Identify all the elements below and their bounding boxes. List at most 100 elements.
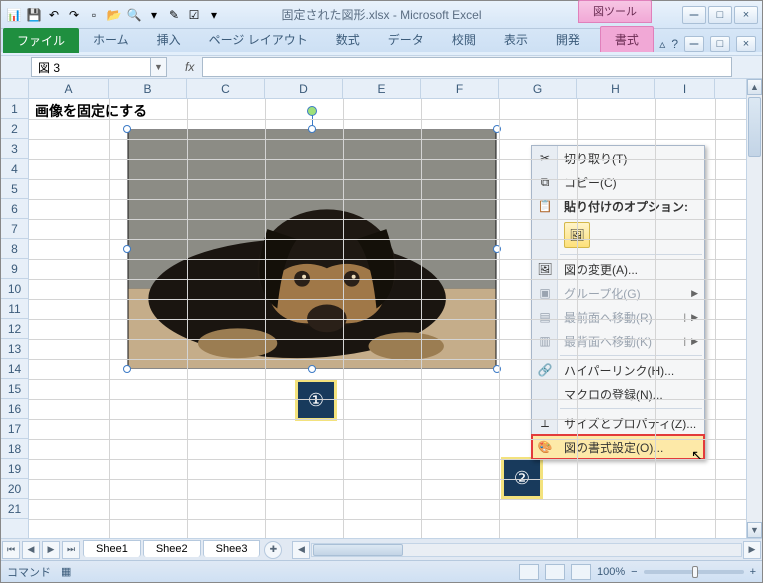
help-icon[interactable]: ? [671,37,678,51]
menu-size-properties[interactable]: ⟂ サイズとプロパティ(Z)... [532,411,704,435]
wb-restore-button[interactable]: □ [710,36,730,52]
row-header-6[interactable]: 6 [1,199,28,219]
tab-review[interactable]: 校閲 [438,27,490,52]
zoom-in-button[interactable]: + [750,566,756,578]
save-icon[interactable]: 💾 [25,6,43,24]
scroll-right-button[interactable]: ▶ [743,541,761,559]
row-header-13[interactable]: 13 [1,339,28,359]
row-header-7[interactable]: 7 [1,219,28,239]
print-preview-icon[interactable]: 🔍 [125,6,143,24]
fx-icon[interactable]: fx [185,60,194,74]
row-header-20[interactable]: 20 [1,479,28,499]
resize-handle-nw[interactable] [123,125,131,133]
tab-data[interactable]: データ [374,27,438,52]
close-button[interactable]: × [734,6,758,24]
name-box-dropdown[interactable]: ▼ [151,57,167,77]
row-header-2[interactable]: 2 [1,119,28,139]
qat-customize-icon[interactable]: ▾ [205,6,223,24]
tool-icon[interactable]: ✎ [165,6,183,24]
view-pagebreak-button[interactable] [571,564,591,580]
row-header-11[interactable]: 11 [1,299,28,319]
row-header-17[interactable]: 17 [1,419,28,439]
tab-home[interactable]: ホーム [79,27,143,52]
col-header-I[interactable]: I [655,79,715,98]
menu-cut[interactable]: ✂ 切り取り(T) [532,146,704,170]
tool2-icon[interactable]: ☑ [185,6,203,24]
col-header-F[interactable]: F [421,79,499,98]
resize-handle-w[interactable] [123,245,131,253]
rotation-handle[interactable] [307,106,317,116]
tab-nav-prev[interactable]: ◀ [22,541,40,559]
new-icon[interactable]: ▫ [85,6,103,24]
resize-handle-s[interactable] [308,365,316,373]
scroll-down-button[interactable]: ▼ [747,522,762,538]
sheet-tab-3[interactable]: Shee3 [203,540,261,557]
minimize-button[interactable]: ー [682,6,706,24]
vertical-scrollbar[interactable]: ▲ ▼ [746,79,762,538]
more-icon[interactable]: ▾ [145,6,163,24]
tab-nav-first[interactable]: ⏮ [2,541,20,559]
row-header-3[interactable]: 3 [1,139,28,159]
tab-insert[interactable]: 挿入 [143,27,195,52]
redo-icon[interactable]: ↷ [65,6,83,24]
maximize-button[interactable]: □ [708,6,732,24]
hscroll-thumb[interactable] [313,544,403,556]
row-header-5[interactable]: 5 [1,179,28,199]
tab-developer[interactable]: 開発 [542,27,594,52]
cell-grid[interactable]: 画像を固定にする [29,99,746,538]
open-icon[interactable]: 📂 [105,6,123,24]
sheet-tab-2[interactable]: Shee2 [143,540,201,557]
row-header-8[interactable]: 8 [1,239,28,259]
wb-close-button[interactable]: × [736,36,756,52]
row-header-15[interactable]: 15 [1,379,28,399]
zoom-level[interactable]: 100% [597,566,625,578]
col-header-A[interactable]: A [29,79,109,98]
row-header-10[interactable]: 10 [1,279,28,299]
view-pagelayout-button[interactable] [545,564,565,580]
row-header-9[interactable]: 9 [1,259,28,279]
menu-change-picture[interactable]: 🖼 図の変更(A)... [532,257,704,281]
formula-input[interactable] [202,57,732,77]
row-header-21[interactable]: 21 [1,499,28,519]
macro-record-icon[interactable]: ▦ [61,565,71,578]
view-normal-button[interactable] [519,564,539,580]
zoom-slider[interactable] [644,570,744,574]
tab-nav-last[interactable]: ⏭ [62,541,80,559]
col-header-E[interactable]: E [343,79,421,98]
tab-view[interactable]: 表示 [490,27,542,52]
row-header-4[interactable]: 4 [1,159,28,179]
hscroll-track[interactable] [311,543,742,557]
select-all-corner[interactable] [1,79,29,99]
name-box[interactable] [31,57,151,77]
menu-paste-option-picture[interactable]: 🖼 [532,218,704,252]
tab-format[interactable]: 書式 [600,26,654,52]
tab-pagelayout[interactable]: ページ レイアウト [195,27,322,52]
horizontal-scrollbar[interactable]: ◀ ▶ [291,541,762,559]
col-header-D[interactable]: D [265,79,343,98]
col-header-G[interactable]: G [499,79,577,98]
col-header-B[interactable]: B [109,79,187,98]
row-header-18[interactable]: 18 [1,439,28,459]
new-sheet-button[interactable]: ✚ [264,541,282,559]
zoom-out-button[interactable]: − [631,566,637,578]
row-header-19[interactable]: 19 [1,459,28,479]
inserted-picture[interactable] [127,129,497,369]
vscroll-thumb[interactable] [748,97,761,157]
menu-assign-macro[interactable]: マクロの登録(N)... [532,382,704,406]
col-header-H[interactable]: H [577,79,655,98]
zoom-slider-thumb[interactable] [692,566,698,578]
tab-formulas[interactable]: 数式 [322,27,374,52]
scroll-up-button[interactable]: ▲ [747,79,762,95]
menu-copy[interactable]: ⧉ コピー(C) [532,170,704,194]
row-header-12[interactable]: 12 [1,319,28,339]
ribbon-toggle-icon[interactable]: ▵ [659,37,665,51]
row-header-1[interactable]: 1 [1,99,28,119]
undo-icon[interactable]: ↶ [45,6,63,24]
resize-handle-n[interactable] [308,125,316,133]
scroll-left-button[interactable]: ◀ [292,541,310,559]
wb-minimize-button[interactable]: ー [684,36,704,52]
sheet-tab-1[interactable]: Shee1 [83,540,141,557]
tab-nav-next[interactable]: ▶ [42,541,60,559]
resize-handle-sw[interactable] [123,365,131,373]
file-tab[interactable]: ファイル [3,28,79,53]
